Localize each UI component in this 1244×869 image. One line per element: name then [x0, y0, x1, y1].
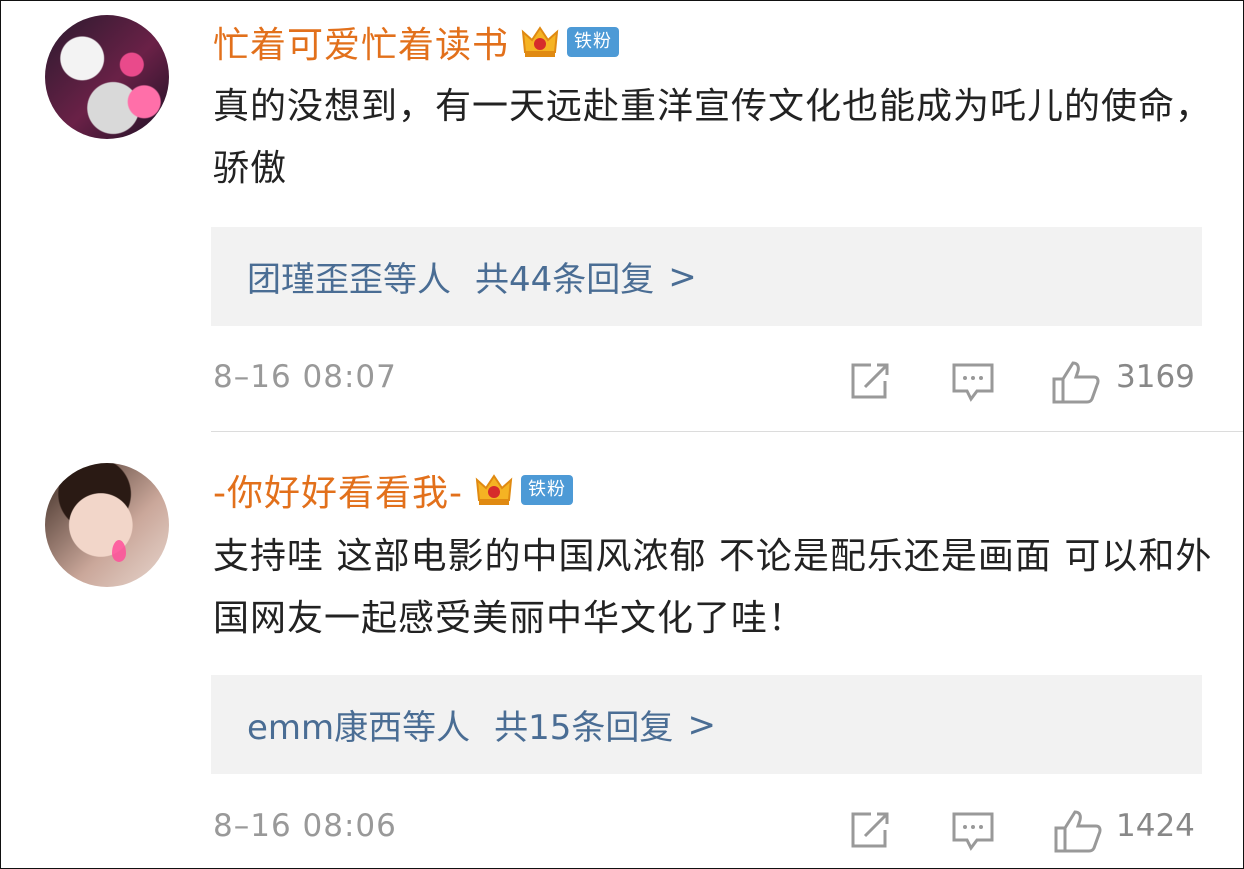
share-icon[interactable] — [849, 810, 893, 854]
comment-item: -你好好看看我- 铁粉 支持哇 这部电影的中国风浓郁 不论是配乐还是画面 可以和… — [1, 432, 1243, 868]
reply-users: 团瑾歪歪等人 — [247, 260, 451, 300]
username[interactable]: 忙着可爱忙着读书 — [213, 16, 509, 68]
fan-badge: 铁粉 — [567, 27, 620, 57]
comment-icon[interactable] — [951, 810, 995, 856]
like-count: 1424 — [1116, 808, 1195, 844]
chevron-right-icon: > — [668, 256, 697, 297]
like-count: 3169 — [1116, 359, 1195, 395]
avatar[interactable] — [45, 463, 169, 587]
comment-icon[interactable] — [951, 361, 995, 407]
username-row: 忙着可爱忙着读书 铁粉 — [213, 16, 620, 68]
replies-link[interactable]: 团瑾歪歪等人 共44条回复 > — [211, 227, 1202, 326]
replies-link[interactable]: emm康西等人 共15条回复 > — [211, 675, 1202, 774]
comment-actions: 3169 — [1, 357, 1244, 407]
comment-actions: 1424 — [1, 806, 1244, 856]
thumbs-up-icon[interactable] — [1053, 808, 1103, 858]
crown-icon — [521, 24, 559, 60]
comment-list: 忙着可爱忙着读书 铁粉 真的没想到，有一天远赴重洋宣传文化也能成为吒儿的使命，骄… — [0, 0, 1244, 869]
reply-count: 共15条回复 — [494, 708, 674, 748]
reply-count: 共44条回复 — [475, 260, 655, 300]
reply-users: emm康西等人 — [247, 708, 471, 748]
username[interactable]: -你好好看看我- — [213, 464, 463, 516]
comment-text: 支持哇 这部电影的中国风浓郁 不论是配乐还是画面 可以和外国网友一起感受美丽中华… — [213, 536, 1213, 639]
avatar[interactable] — [45, 15, 169, 139]
comment-text: 真的没想到，有一天远赴重洋宣传文化也能成为吒儿的使命，骄傲 — [213, 86, 1213, 189]
share-icon[interactable] — [849, 361, 893, 405]
chevron-right-icon: > — [687, 704, 716, 745]
fan-badge: 铁粉 — [520, 475, 573, 505]
crown-icon — [475, 472, 513, 508]
username-row: -你好好看看我- 铁粉 — [213, 464, 573, 516]
thumbs-up-icon[interactable] — [1051, 359, 1101, 409]
comment-item: 忙着可爱忙着读书 铁粉 真的没想到，有一天远赴重洋宣传文化也能成为吒儿的使命，骄… — [1, 1, 1243, 431]
